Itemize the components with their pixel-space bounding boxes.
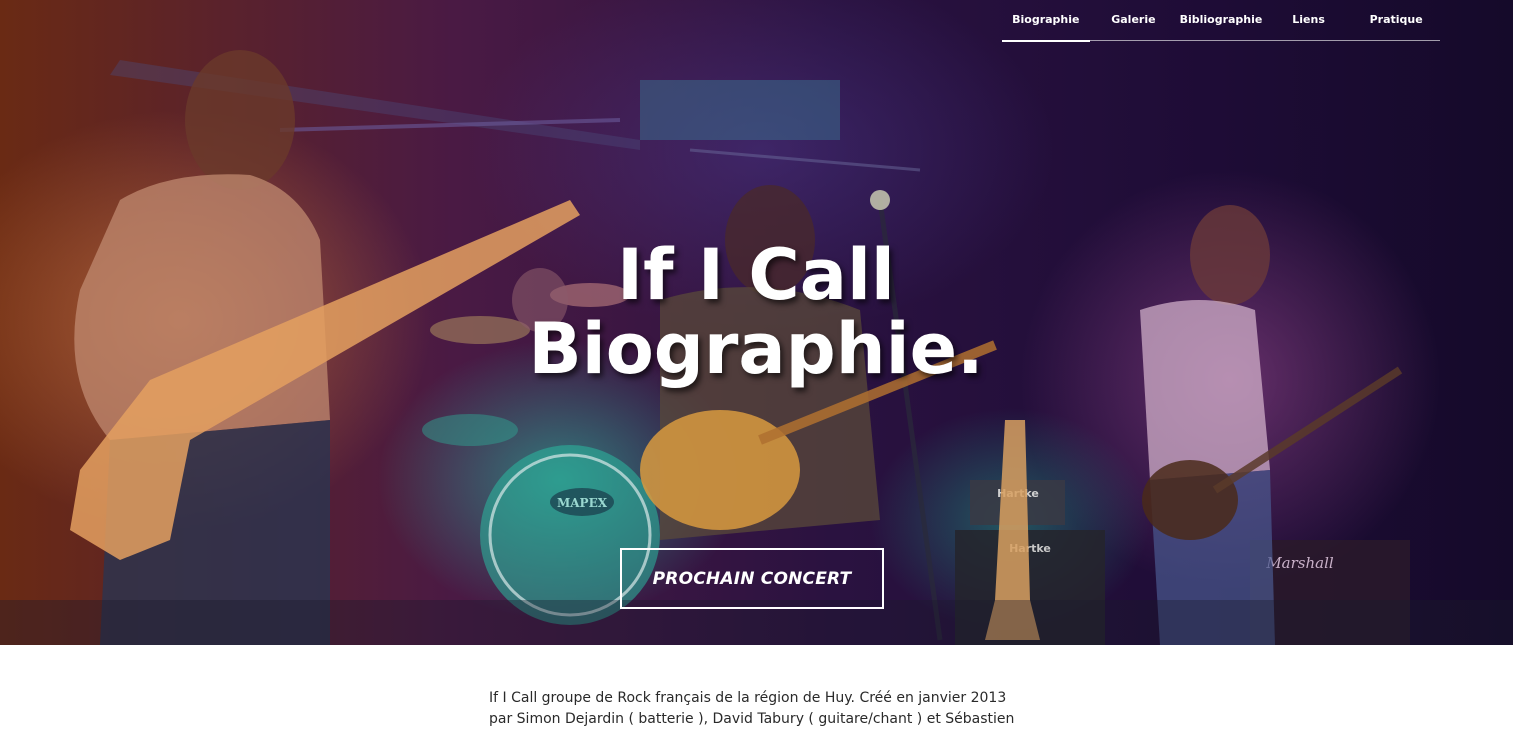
nav-pratique[interactable]: Pratique (1352, 0, 1440, 41)
ceiling-beam (640, 80, 840, 140)
mic-boom-2 (689, 148, 921, 172)
tom-drum (422, 414, 518, 446)
nav-liens[interactable]: Liens (1265, 0, 1353, 41)
right-guitar-body (1142, 460, 1238, 540)
microphone (870, 190, 890, 210)
main-nav: Biographie Galerie Bibliographie Liens P… (1002, 0, 1440, 42)
next-concert-button[interactable]: PROCHAIN CONCERT (620, 548, 884, 609)
right-guitarist-head (1190, 205, 1270, 305)
nav-bibliographie[interactable]: Bibliographie (1177, 0, 1265, 41)
hero-banner: MAPEX Hartke Hartke Marshall Biographie … (0, 0, 1513, 645)
drum-logo: MAPEX (557, 496, 608, 510)
page-title: If I Call Biographie. (456, 238, 1056, 386)
bassist-head (185, 50, 295, 190)
biography-text: If I Call groupe de Rock français de la … (489, 688, 1029, 730)
nav-galerie[interactable]: Galerie (1090, 0, 1178, 41)
right-guitarist-shirt (1140, 300, 1270, 480)
les-paul-guitar (640, 410, 800, 530)
title-band-name: If I Call (617, 234, 895, 316)
nav-biographie[interactable]: Biographie (1002, 0, 1090, 42)
amp-brand-3: Marshall (1265, 554, 1334, 572)
bio-line-1: If I Call groupe de Rock français de la … (489, 690, 1007, 706)
title-section: Biographie. (528, 308, 984, 390)
